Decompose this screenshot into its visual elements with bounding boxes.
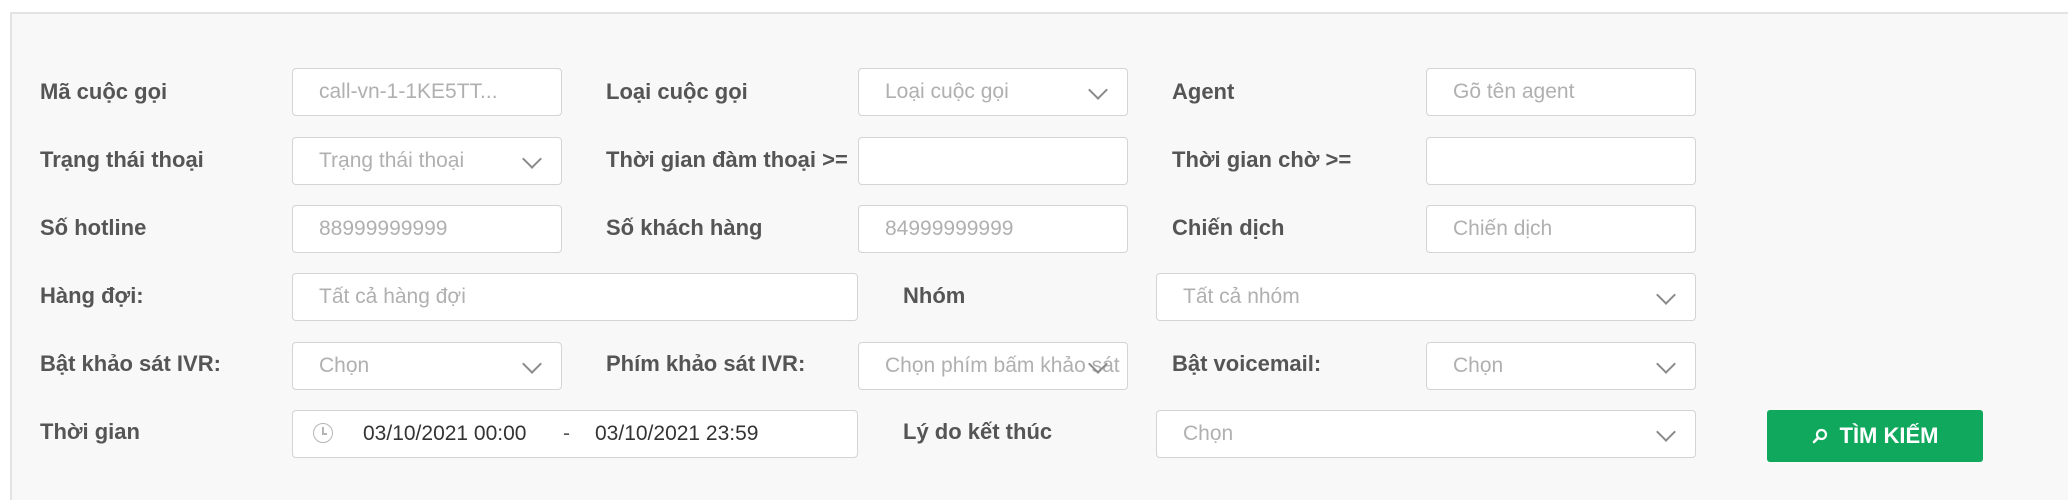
time-start[interactable]: 03/10/2021 00:00 bbox=[363, 411, 527, 456]
search-icon bbox=[1812, 428, 1828, 444]
search-button-label: TÌM KIẾM bbox=[1839, 423, 1939, 448]
hotline-label: Số hotline bbox=[40, 215, 147, 240]
group-select[interactable]: Tất cả nhóm bbox=[1156, 273, 1696, 321]
wait-time-input[interactable] bbox=[1426, 137, 1696, 185]
agent-label: Agent bbox=[1172, 79, 1235, 104]
queue-label: Hàng đợi: bbox=[40, 283, 144, 308]
end-reason-label: Lý do kết thúc bbox=[903, 419, 1053, 444]
agent-input[interactable]: Gõ tên agent bbox=[1426, 68, 1696, 116]
call-id-input[interactable]: call-vn-1-1KE5TT... bbox=[292, 68, 562, 116]
talk-time-input[interactable] bbox=[858, 137, 1128, 185]
campaign-input[interactable]: Chiến dịch bbox=[1426, 205, 1696, 253]
call-status-select[interactable]: Trạng thái thoại bbox=[292, 137, 562, 185]
time-separator: - bbox=[563, 422, 570, 445]
time-end[interactable]: 03/10/2021 23:59 bbox=[595, 411, 759, 456]
search-button[interactable]: TÌM KIẾM bbox=[1767, 410, 1983, 462]
voicemail-select[interactable]: Chọn bbox=[1426, 342, 1696, 390]
wait-time-label: Thời gian chờ >= bbox=[1172, 147, 1352, 172]
ivr-key-label: Phím khảo sát IVR: bbox=[606, 351, 806, 376]
hotline-placeholder: 88999999999 bbox=[319, 217, 448, 240]
customer-number-label: Số khách hàng bbox=[606, 215, 763, 240]
call-type-select[interactable]: Loại cuộc gọi bbox=[858, 68, 1128, 116]
customer-number-placeholder: 84999999999 bbox=[885, 217, 1014, 240]
queue-placeholder: Tất cả hàng đợi bbox=[319, 285, 466, 308]
agent-placeholder: Gõ tên agent bbox=[1453, 80, 1575, 103]
call-type-label: Loại cuộc gọi bbox=[606, 79, 748, 104]
group-placeholder: Tất cả nhóm bbox=[1183, 285, 1300, 308]
queue-input[interactable]: Tất cả hàng đợi bbox=[292, 273, 858, 321]
customer-number-input[interactable]: 84999999999 bbox=[858, 205, 1128, 253]
campaign-placeholder: Chiến dịch bbox=[1453, 217, 1553, 240]
campaign-label: Chiến dịch bbox=[1172, 215, 1285, 240]
ivr-survey-select[interactable]: Chọn bbox=[292, 342, 562, 390]
call-id-label: Mã cuộc gọi bbox=[40, 79, 168, 104]
voicemail-label: Bật voicemail: bbox=[1172, 351, 1322, 376]
group-label: Nhóm bbox=[903, 283, 966, 308]
end-reason-select[interactable]: Chọn bbox=[1156, 410, 1696, 458]
time-range-picker[interactable]: 03/10/2021 00:00 - 03/10/2021 23:59 bbox=[292, 410, 858, 458]
time-label: Thời gian bbox=[40, 419, 140, 444]
clock-icon bbox=[313, 423, 333, 443]
ivr-key-select[interactable]: Chọn phím bấm khảo sát bbox=[858, 342, 1128, 390]
call-status-label: Trạng thái thoại bbox=[40, 147, 204, 172]
ivr-survey-label: Bật khảo sát IVR: bbox=[40, 351, 221, 376]
end-reason-placeholder: Chọn bbox=[1183, 422, 1234, 445]
call-id-placeholder: call-vn-1-1KE5TT... bbox=[319, 80, 498, 103]
talk-time-label: Thời gian đàm thoại >= bbox=[606, 147, 848, 172]
hotline-input[interactable]: 88999999999 bbox=[292, 205, 562, 253]
